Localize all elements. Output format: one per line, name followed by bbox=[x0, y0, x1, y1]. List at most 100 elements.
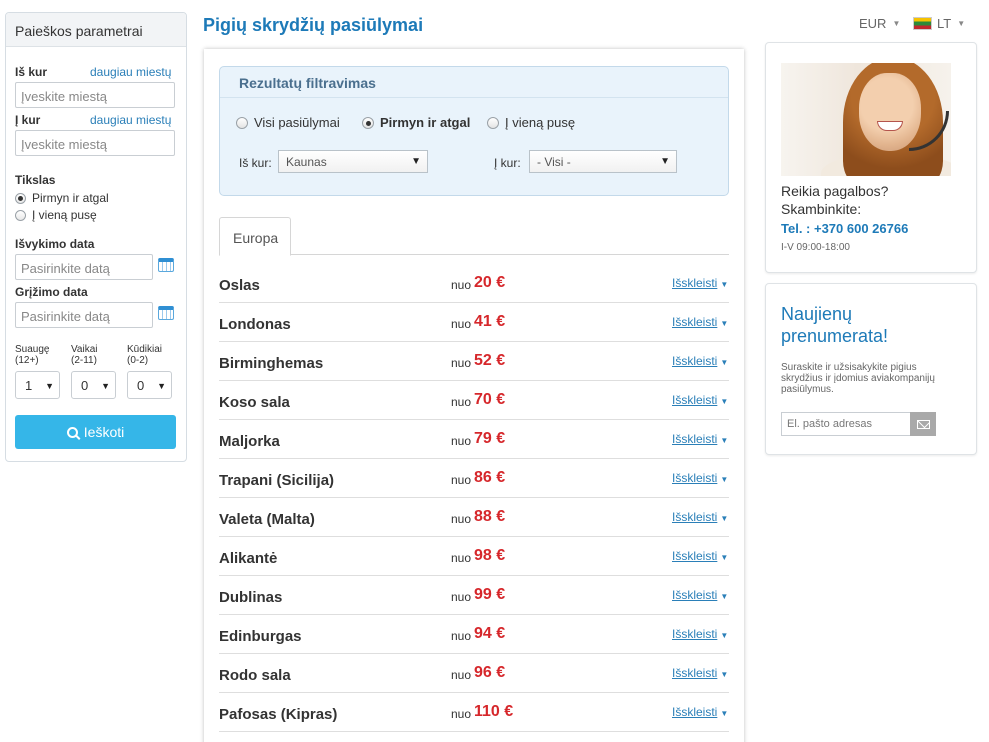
offer-expand-link[interactable]: Išskleisti ▼ bbox=[672, 276, 728, 290]
newsletter-text: Suraskite ir užsisakykite pigius skrydži… bbox=[781, 362, 935, 395]
filter-all-radio[interactable]: Visi pasiūlymai bbox=[236, 115, 340, 130]
search-sidebar: Paieškos parametrai Iš kur daugiau miest… bbox=[5, 12, 187, 462]
round-trip-label: Pirmyn ir atgal bbox=[32, 191, 109, 205]
offer-city: Pafosas (Kipras) bbox=[219, 706, 338, 723]
one-way-radio[interactable]: Į vieną pusę bbox=[15, 208, 97, 222]
chevron-down-icon: ▼ bbox=[720, 709, 729, 718]
radio-unchecked-icon bbox=[236, 116, 248, 129]
filter-round-trip-label: Pirmyn ir atgal bbox=[380, 115, 471, 130]
chevron-down-icon: ▼ bbox=[720, 280, 729, 289]
envelope-icon bbox=[916, 419, 930, 429]
offer-price: 110 € bbox=[474, 703, 514, 720]
to-label: Į kur bbox=[15, 113, 41, 127]
page-title: Pigių skrydžių pasiūlymai bbox=[203, 15, 424, 35]
offer-expand-link[interactable]: Išskleisti ▼ bbox=[672, 510, 728, 524]
help-phone[interactable]: Tel. : +370 600 26766 bbox=[781, 221, 908, 236]
offer-expand-link[interactable]: Išskleisti ▼ bbox=[672, 666, 728, 680]
newsletter-email-input[interactable]: El. pašto adresas bbox=[781, 412, 911, 436]
round-trip-radio[interactable]: Pirmyn ir atgal bbox=[15, 191, 109, 205]
search-button[interactable]: Ieškoti bbox=[15, 415, 176, 449]
offer-row: Rodo sala nuo 96 € Išskleisti ▼ bbox=[219, 654, 729, 693]
offer-from-prefix: nuo bbox=[450, 317, 471, 331]
filter-one-way-radio[interactable]: Į vieną pusę bbox=[487, 115, 575, 130]
offer-expand-link[interactable]: Išskleisti ▼ bbox=[672, 705, 728, 719]
offer-row: Dublinas nuo 99 € Išskleisti ▼ bbox=[219, 576, 729, 615]
offer-from-prefix: nuo bbox=[450, 395, 471, 409]
infants-label: Kūdikiai (0-2) bbox=[127, 344, 163, 366]
offer-expand-link[interactable]: Išskleisti ▼ bbox=[672, 393, 728, 407]
filter-to-select[interactable]: - Visi - ▼ bbox=[529, 150, 677, 173]
children-select[interactable]: 0 ▼ bbox=[71, 371, 116, 399]
chevron-down-icon: ▼ bbox=[720, 592, 729, 601]
offer-city: Koso sala bbox=[219, 394, 290, 411]
search-icon bbox=[66, 426, 78, 438]
offer-row: Birminghemas nuo 52 € Išskleisti ▼ bbox=[219, 342, 729, 381]
offer-from-prefix: nuo bbox=[450, 434, 471, 448]
to-more-cities-link[interactable]: daugiau miestų bbox=[90, 113, 171, 127]
offer-city: Edinburgas bbox=[219, 628, 302, 645]
offer-city: Dublinas bbox=[219, 589, 283, 606]
chevron-down-icon: ▼ bbox=[720, 358, 729, 367]
chevron-down-icon: ▼ bbox=[45, 381, 54, 391]
help-hours: I-V 09:00-18:00 bbox=[781, 242, 850, 253]
currency-value: EUR bbox=[859, 16, 887, 31]
departure-calendar-icon[interactable] bbox=[158, 258, 174, 272]
offer-price: 20 € bbox=[474, 274, 506, 291]
to-city-input[interactable]: Įveskite miestą bbox=[15, 130, 175, 156]
offer-row: Pafosas (Kipras) nuo 110 € Išskleisti ▼ bbox=[219, 693, 729, 732]
offer-expand-link[interactable]: Išskleisti ▼ bbox=[672, 588, 728, 602]
chevron-down-icon: ▼ bbox=[720, 475, 729, 484]
filter-one-way-label: Į vieną pusę bbox=[505, 115, 576, 130]
newsletter-submit-button[interactable] bbox=[910, 412, 936, 436]
offer-from-prefix: nuo bbox=[450, 590, 471, 604]
offer-price: 52 € bbox=[474, 352, 506, 369]
language-selector[interactable]: LT ▼ bbox=[913, 16, 965, 31]
newsletter-box: Naujienų prenumerata! Suraskite ir užsis… bbox=[765, 283, 977, 455]
return-date-input[interactable]: Pasirinkite datą bbox=[15, 302, 153, 328]
infants-select[interactable]: 0 ▼ bbox=[127, 371, 172, 399]
offer-price: 99 € bbox=[474, 586, 506, 603]
offer-price: 41 € bbox=[474, 313, 506, 330]
offer-expand-link[interactable]: Išskleisti ▼ bbox=[672, 549, 728, 563]
return-calendar-icon[interactable] bbox=[158, 306, 174, 320]
offers-panel: Rezultatų filtravimas Visi pasiūlymai Pi… bbox=[204, 49, 744, 742]
offer-expand-link[interactable]: Išskleisti ▼ bbox=[672, 354, 728, 368]
currency-selector[interactable]: EUR ▼ bbox=[859, 16, 900, 31]
newsletter-title: Naujienų prenumerata! bbox=[781, 304, 889, 346]
radio-unchecked-icon bbox=[15, 209, 26, 221]
caret-down-icon: ▼ bbox=[957, 19, 966, 28]
from-more-cities-link[interactable]: daugiau miestų bbox=[90, 65, 171, 79]
help-box: Reikia pagalbos? Skambinkite: Tel. : +37… bbox=[765, 42, 977, 273]
offer-from-prefix: nuo bbox=[450, 707, 471, 721]
results-filter: Rezultatų filtravimas Visi pasiūlymai Pi… bbox=[219, 66, 729, 196]
filter-from-select[interactable]: Kaunas ▼ bbox=[278, 150, 428, 173]
chevron-down-icon: ▼ bbox=[157, 381, 166, 391]
offer-price: 79 € bbox=[474, 430, 506, 447]
adults-select[interactable]: 1 ▼ bbox=[15, 371, 60, 399]
chevron-down-icon: ▼ bbox=[660, 156, 670, 167]
departure-date-input[interactable]: Pasirinkite datą bbox=[15, 254, 153, 280]
filter-round-trip-radio[interactable]: Pirmyn ir atgal bbox=[362, 115, 470, 130]
from-label: Iš kur bbox=[15, 65, 48, 79]
chevron-down-icon: ▼ bbox=[720, 670, 729, 679]
departure-date-label: Išvykimo data bbox=[15, 237, 95, 251]
from-city-input[interactable]: Įveskite miestą bbox=[15, 82, 175, 108]
offer-expand-link[interactable]: Išskleisti ▼ bbox=[672, 432, 728, 446]
tab-europa[interactable]: Europa bbox=[219, 217, 291, 256]
offer-expand-link[interactable]: Išskleisti ▼ bbox=[672, 315, 728, 329]
search-button-label: Ieškoti bbox=[83, 424, 125, 440]
offer-expand-link[interactable]: Išskleisti ▼ bbox=[672, 627, 728, 641]
offer-city: Londonas bbox=[219, 316, 291, 333]
offer-city: Alikantė bbox=[219, 550, 278, 567]
offer-row: Londonas nuo 41 € Išskleisti ▼ bbox=[219, 303, 729, 342]
offer-row: Edinburgas nuo 94 € Išskleisti ▼ bbox=[219, 615, 729, 654]
adults-label: Suaugę (12+) bbox=[15, 344, 50, 366]
offer-price: 70 € bbox=[474, 391, 506, 408]
lithuania-flag-icon bbox=[913, 17, 932, 30]
offer-city: Birminghemas bbox=[219, 355, 324, 372]
offer-city: Rodo sala bbox=[219, 667, 291, 684]
trip-type-label: Tikslas bbox=[15, 173, 56, 187]
chevron-down-icon: ▼ bbox=[720, 514, 729, 523]
offer-expand-link[interactable]: Išskleisti ▼ bbox=[672, 471, 728, 485]
chevron-down-icon: ▼ bbox=[720, 319, 729, 328]
